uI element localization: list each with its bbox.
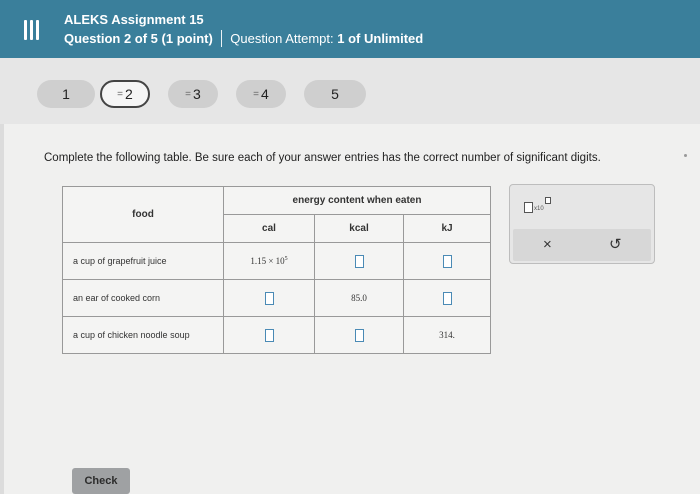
question-nav-1-label: 1 (62, 86, 70, 102)
kcal-cell (314, 242, 404, 280)
unit-kcal: kcal (314, 214, 404, 243)
x10-label: x10 (534, 206, 544, 212)
kj-answer-input[interactable] (442, 254, 452, 268)
question-nav-5-label: 5 (331, 86, 339, 102)
exponent-box-icon (544, 197, 551, 204)
table-row: an ear of cooked corn 85.0 (62, 279, 491, 317)
kj-value: 314. (403, 316, 491, 354)
energy-table: food energy content when eaten cal kcal … (62, 186, 491, 354)
question-nav-2[interactable]: = 2 (100, 80, 150, 108)
table-row: a cup of grapefruit juice 1.15 × 105 (62, 242, 491, 280)
answered-marker-icon: = (253, 88, 259, 100)
cal-answer-input[interactable] (264, 328, 274, 342)
page: ALEKS Assignment 15 Question 2 of 5 (1 p… (0, 0, 700, 494)
question-nav-4[interactable]: = 4 (236, 80, 286, 108)
cal-base: 10 (275, 256, 285, 266)
question-nav-4-label: 4 (261, 86, 269, 102)
answered-marker-icon: = (185, 88, 191, 100)
food-name: a cup of chicken noodle soup (62, 316, 224, 354)
mantissa-box-icon (524, 202, 533, 213)
question-nav-5[interactable]: 5 (304, 80, 366, 108)
tools-action-bar: × ↺ (513, 229, 651, 261)
unit-kj: kJ (403, 214, 491, 243)
cal-mantissa: 1.15 (250, 256, 267, 266)
kj-cell (403, 279, 491, 317)
cal-value: 1.15 × 105 (223, 242, 315, 280)
attempt-value: 1 of Unlimited (337, 31, 424, 46)
clear-icon[interactable]: × (543, 236, 552, 253)
energy-header: energy content when eaten (223, 186, 491, 215)
dot (684, 154, 687, 157)
kj-answer-input[interactable] (442, 291, 452, 305)
cal-exponent: 5 (284, 256, 288, 262)
question-area: Complete the following table. Be sure ea… (0, 124, 700, 494)
kcal-value: 85.0 (314, 279, 404, 317)
kj-cell (403, 242, 491, 280)
question-nav-3[interactable]: = 3 (168, 80, 218, 108)
question-progress: Question 2 of 5 (64, 31, 158, 46)
table-row: a cup of chicken noodle soup 314. (62, 316, 491, 354)
question-nav-3-label: 3 (193, 86, 201, 102)
cal-cell (223, 316, 315, 354)
scientific-notation-button[interactable]: x10 (524, 197, 551, 213)
times-sign: × (268, 256, 274, 266)
check-button[interactable]: Check (72, 468, 130, 494)
instructions: Complete the following table. Be sure ea… (44, 152, 601, 164)
header-divider (220, 30, 223, 47)
cal-cell (223, 279, 315, 317)
kcal-answer-input[interactable] (354, 328, 364, 342)
food-header: food (62, 186, 224, 243)
menu-icon[interactable] (22, 20, 40, 40)
unit-cal: cal (223, 214, 315, 243)
header: ALEKS Assignment 15 Question 2 of 5 (1 p… (0, 0, 700, 58)
kcal-cell (314, 316, 404, 354)
undo-icon[interactable]: ↺ (609, 235, 622, 253)
cal-answer-input[interactable] (264, 291, 274, 305)
question-nav-1[interactable]: 1 (37, 80, 95, 108)
food-name: an ear of cooked corn (62, 279, 224, 317)
kcal-answer-input[interactable] (354, 254, 364, 268)
answer-tools-panel: x10 × ↺ (509, 184, 655, 264)
left-edge (0, 124, 4, 494)
assignment-title: ALEKS Assignment 15 (64, 12, 204, 27)
answered-marker-icon: = (117, 88, 123, 100)
question-nav-2-label: 2 (125, 86, 133, 102)
question-info: Question 2 of 5 (1 point) Question Attem… (64, 30, 423, 47)
food-name: a cup of grapefruit juice (62, 242, 224, 280)
question-points: (1 point) (161, 31, 213, 46)
question-nav: 1 = 2 = 3 = 4 5 (0, 58, 700, 124)
attempt-label: Question Attempt: (230, 31, 334, 46)
